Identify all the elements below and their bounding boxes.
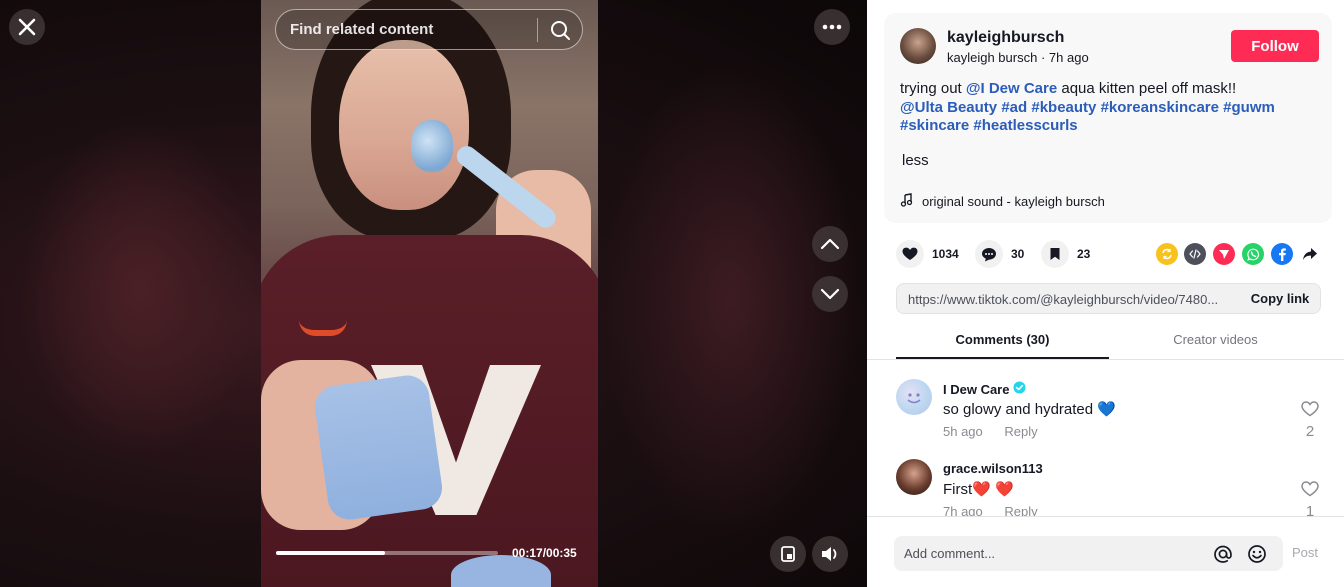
facebook-icon[interactable] <box>1271 243 1293 265</box>
comment-time: 7h ago <box>943 504 983 516</box>
post-caption: trying out @I Dew Care aqua kitten peel … <box>900 80 1320 136</box>
hashtag-link[interactable]: #kbeauty <box>1031 99 1096 116</box>
picture-in-picture-icon[interactable] <box>770 536 806 572</box>
comment-meta: 5h ago Reply <box>943 424 1038 439</box>
find-related-search[interactable] <box>275 9 583 50</box>
volume-icon[interactable] <box>812 536 848 572</box>
comment-time: 5h ago <box>943 424 983 439</box>
commenter-name-text: I Dew Care <box>943 381 1010 397</box>
chevron-down-icon[interactable] <box>812 276 848 312</box>
comment-text: so glowy and hydrated 💙 <box>943 400 1116 418</box>
video-timecode: 00:17/00:35 <box>512 546 577 560</box>
comment-icon[interactable] <box>975 240 1003 268</box>
verified-badge-icon <box>1013 381 1026 397</box>
comment-composer: Post <box>867 516 1344 587</box>
comment-body: so glowy and hydrated <box>943 401 1094 418</box>
heart-icon[interactable] <box>896 240 924 268</box>
video-player[interactable] <box>261 0 598 587</box>
commenter-avatar[interactable] <box>896 459 932 495</box>
comment-tabs: Comments (30) Creator videos <box>867 322 1344 360</box>
sound-title: original sound - kayleigh bursch <box>922 194 1105 209</box>
chevron-up-icon[interactable] <box>812 226 848 262</box>
more-options-icon[interactable] <box>814 9 850 45</box>
hashtag-link[interactable]: #heatlesscurls <box>973 117 1077 134</box>
emoji-icon[interactable] <box>1246 543 1268 565</box>
comment-like[interactable]: 2 <box>1298 401 1322 440</box>
video-progress-fill <box>276 551 385 555</box>
less-toggle[interactable]: less <box>902 152 929 169</box>
search-input[interactable] <box>290 10 530 49</box>
video-progress-bar[interactable] <box>276 551 498 555</box>
mention-link[interactable]: @I Dew Care <box>966 80 1057 97</box>
close-icon[interactable] <box>9 9 45 45</box>
heart-outline-icon[interactable] <box>1301 481 1319 501</box>
repost-icon[interactable] <box>1156 243 1178 265</box>
video-frame-face <box>339 40 469 210</box>
comment-input[interactable] <box>904 536 1204 571</box>
author-username[interactable]: kayleighbursch <box>947 29 1064 47</box>
music-note-icon <box>900 193 914 210</box>
follow-button[interactable]: Follow <box>1231 30 1319 62</box>
search-icon[interactable] <box>546 16 574 44</box>
commenter-name-text: grace.wilson113 <box>943 461 1043 476</box>
dot-separator: · <box>1040 50 1049 65</box>
comment-item: I Dew Care so glowy and hydrated 💙 5h ag… <box>896 361 1336 441</box>
comment-like[interactable]: 1 <box>1298 481 1322 516</box>
share-arrow-icon[interactable] <box>1299 243 1321 265</box>
reply-button[interactable]: Reply <box>1004 504 1037 516</box>
comment-stat[interactable]: 30 <box>975 240 1024 268</box>
author-avatar[interactable] <box>900 28 936 64</box>
like-count: 1034 <box>932 247 959 261</box>
comment-meta: 7h ago Reply <box>943 504 1038 516</box>
search-divider <box>537 18 538 42</box>
video-frame-mask <box>411 120 453 172</box>
post-comment-button[interactable]: Post <box>1292 545 1318 560</box>
send-icon[interactable] <box>1213 243 1235 265</box>
comment-list[interactable]: I Dew Care so glowy and hydrated 💙 5h ag… <box>867 361 1344 516</box>
author-subline: kayleigh bursch · 7h ago <box>947 50 1089 65</box>
copy-link-button[interactable]: Copy link <box>1240 284 1320 313</box>
tab-creator-videos[interactable]: Creator videos <box>1109 322 1322 359</box>
caption-prefix: trying out <box>900 80 966 97</box>
comment-emoji: ❤️ ❤️ <box>972 481 1014 498</box>
heart-outline-icon[interactable] <box>1301 401 1319 421</box>
comment-item: grace.wilson113 First❤️ ❤️ 7h ago Reply … <box>896 441 1336 516</box>
hashtag-link[interactable]: #skincare <box>900 117 969 134</box>
comment-text: First❤️ ❤️ <box>943 480 1014 498</box>
details-panel: kayleighbursch kayleigh bursch · 7h ago … <box>867 0 1344 587</box>
comment-count: 30 <box>1011 247 1025 261</box>
mention-icon[interactable] <box>1212 543 1234 565</box>
comment-like-count: 2 <box>1305 423 1315 440</box>
embed-icon[interactable] <box>1184 243 1206 265</box>
blurred-background-left <box>20 120 260 460</box>
video-stage <box>0 0 867 587</box>
video-url[interactable]: https://www.tiktok.com/@kayleighbursch/v… <box>908 292 1228 307</box>
save-count: 23 <box>1077 247 1091 261</box>
bookmark-icon[interactable] <box>1041 240 1069 268</box>
comment-like-count: 1 <box>1305 503 1315 516</box>
whatsapp-icon[interactable] <box>1242 243 1264 265</box>
author-display-name[interactable]: kayleigh bursch <box>947 50 1037 65</box>
post-age: 7h ago <box>1048 50 1089 65</box>
like-stat[interactable]: 1034 <box>896 240 959 268</box>
post-card: kayleighbursch kayleigh bursch · 7h ago … <box>884 13 1332 223</box>
commenter-avatar[interactable] <box>896 379 932 415</box>
hashtag-link[interactable]: @Ulta Beauty <box>900 99 997 116</box>
copy-link-box: https://www.tiktok.com/@kayleighbursch/v… <box>896 283 1321 314</box>
sound-link[interactable]: original sound - kayleigh bursch <box>900 193 1105 210</box>
tab-comments[interactable]: Comments (30) <box>896 322 1109 359</box>
commenter-name[interactable]: grace.wilson113 <box>943 461 1043 476</box>
comment-input-box[interactable] <box>894 536 1283 571</box>
comment-emoji: 💙 <box>1097 401 1116 418</box>
commenter-name[interactable]: I Dew Care <box>943 381 1026 397</box>
hashtag-link[interactable]: #koreanskincare <box>1101 99 1219 116</box>
hashtag-link[interactable]: #ad <box>1001 99 1027 116</box>
video-frame-jar <box>312 372 445 523</box>
action-bar: 1034 30 23 <box>867 240 1344 270</box>
hashtag-link[interactable]: #guwm <box>1223 99 1275 116</box>
caption-middle: aqua kitten peel off mask!! <box>1057 80 1237 97</box>
reply-button[interactable]: Reply <box>1004 424 1037 439</box>
comment-body: First <box>943 481 973 498</box>
save-stat[interactable]: 23 <box>1041 240 1090 268</box>
